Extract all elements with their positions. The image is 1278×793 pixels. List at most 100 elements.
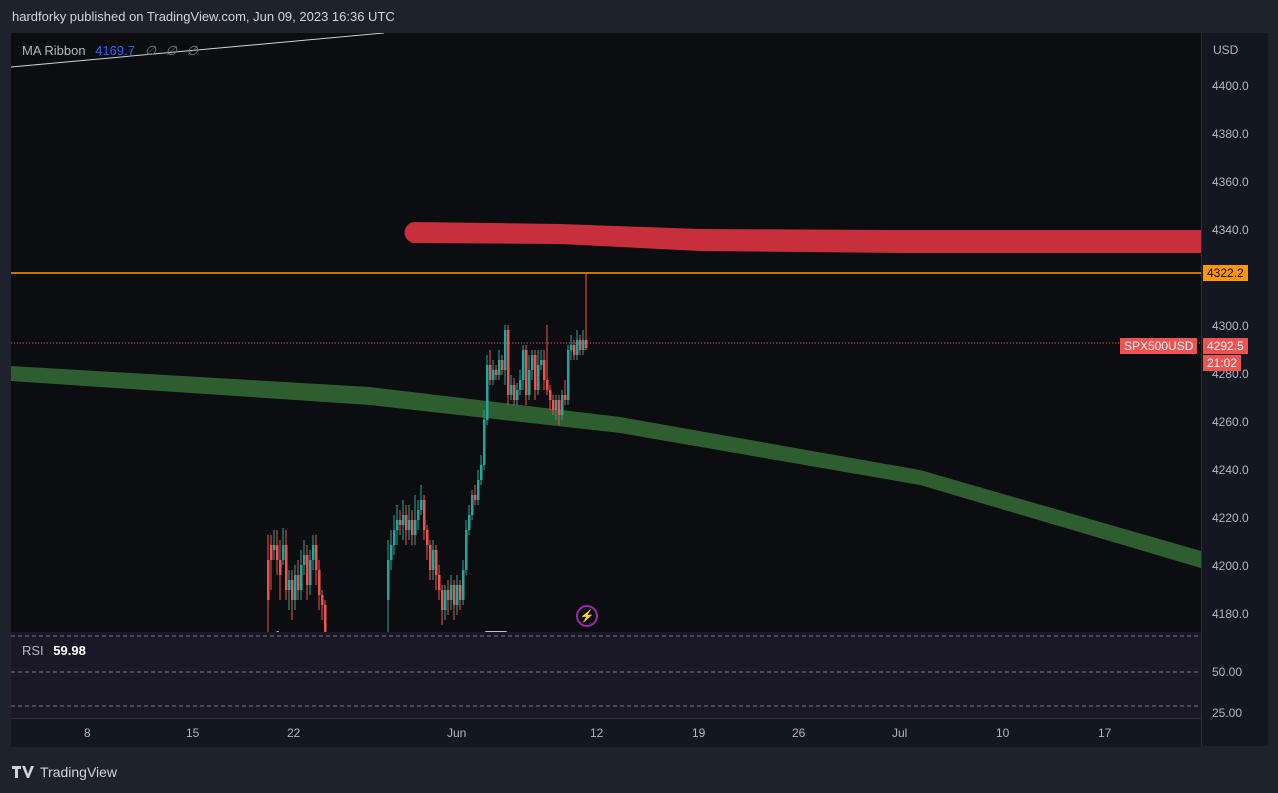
time-label: Jul (892, 726, 908, 740)
candle-body (387, 560, 390, 600)
price-label: 4220.0 (1212, 511, 1249, 525)
candle-body (315, 545, 318, 570)
ma-ribbon-name: MA Ribbon (22, 43, 86, 58)
candle-body (282, 545, 285, 560)
ma-zero-3: ∅ (186, 43, 198, 58)
time-label: 17 (1098, 726, 1112, 740)
candle-body (528, 370, 531, 395)
candle-body (402, 515, 405, 525)
price-label: 4380.0 (1212, 127, 1249, 141)
candle-body (306, 555, 309, 585)
candle-body (426, 530, 429, 545)
candle-body (513, 385, 516, 400)
candle-body (537, 365, 540, 390)
time-label: Jun (447, 726, 467, 740)
candle-body (273, 545, 276, 550)
candle-body (459, 585, 462, 600)
price-label: 4240.0 (1212, 463, 1249, 477)
candle-body (573, 345, 576, 355)
rsi-legend[interactable]: RSI 59.98 (22, 643, 86, 658)
red-ma-band (404, 222, 1201, 253)
time-label: 8 (84, 726, 91, 740)
candle-body (291, 580, 294, 600)
candle-body (555, 400, 558, 410)
candle-body (507, 330, 510, 395)
candle-body (300, 565, 303, 590)
candle-body (303, 555, 306, 565)
candle-body (408, 520, 411, 530)
candle-body (324, 605, 327, 632)
green-ma-band (11, 366, 1201, 568)
candle-body (549, 390, 552, 400)
candle-body (390, 545, 393, 560)
candle-body (321, 595, 324, 605)
candle-body (561, 395, 564, 415)
candle-body (393, 530, 396, 545)
candle-body (399, 520, 402, 525)
price-label: 4360.0 (1212, 175, 1249, 189)
candle-body (525, 350, 528, 395)
candle-body (501, 360, 504, 370)
candle-body (405, 515, 408, 530)
candle-body (480, 465, 483, 480)
candle-body (279, 560, 282, 575)
candle-body (294, 575, 297, 600)
candle-body (441, 590, 444, 610)
symbol-tag: SPX500USD (1120, 338, 1198, 354)
candle-body (429, 545, 432, 570)
chart-canvas (11, 33, 1201, 718)
price-label: 4200.0 (1212, 559, 1249, 573)
candle-body (312, 545, 315, 560)
candle-body (510, 385, 513, 395)
tradingview-logo[interactable]: TradingView (12, 764, 117, 780)
main-pane (11, 33, 1201, 632)
candle-body (309, 560, 312, 585)
candle-body (396, 520, 399, 530)
candle-body (462, 570, 465, 600)
candle-body (495, 370, 498, 375)
ma-zero-2: ∅ (165, 43, 177, 58)
candle-body (474, 495, 477, 500)
candle-body (267, 560, 270, 600)
last-price-tag: 4292.5 (1203, 338, 1248, 354)
candle-body (504, 330, 507, 370)
candle-body (288, 580, 291, 590)
candle-body (534, 355, 537, 390)
time-label: 10 (996, 726, 1010, 740)
ma-ribbon-value: 4169.7 (95, 43, 135, 58)
candle-body (423, 500, 426, 530)
candle-body (411, 520, 414, 535)
candle-body (471, 495, 474, 515)
candle-body (546, 380, 549, 390)
price-label: 4180.0 (1212, 607, 1249, 621)
candle-body (414, 520, 417, 535)
lightning-event-icon[interactable]: ⚡ (576, 605, 598, 627)
resistance-price-tag: 4322.2 (1203, 265, 1248, 281)
ma-ribbon-legend[interactable]: MA Ribbon 4169.7 ∅ ∅ ∅ (22, 43, 198, 59)
rsi-label: RSI (22, 643, 44, 658)
candle-body (582, 340, 585, 350)
candle-body (453, 585, 456, 605)
price-label: 4260.0 (1212, 415, 1249, 429)
rsi-pane (11, 632, 1201, 718)
candle-body (498, 360, 501, 375)
candle-body (456, 585, 459, 605)
candle-body (558, 400, 561, 415)
price-label: 4340.0 (1212, 223, 1249, 237)
candle-body (552, 400, 555, 410)
candle-body (444, 590, 447, 610)
candle-body (585, 340, 588, 348)
candle-body (465, 530, 468, 570)
time-label: 12 (590, 726, 604, 740)
candle-body (522, 350, 525, 380)
candle-body (519, 380, 522, 390)
brand-name: TradingView (40, 764, 118, 780)
ma-zero-1: ∅ (144, 43, 156, 58)
price-label: 4400.0 (1212, 79, 1249, 93)
candle-body (285, 545, 288, 590)
candle-body (483, 420, 486, 465)
time-label: 15 (186, 726, 200, 740)
candle-body (447, 590, 450, 600)
candle-body (579, 340, 582, 350)
candle-body (531, 355, 534, 370)
